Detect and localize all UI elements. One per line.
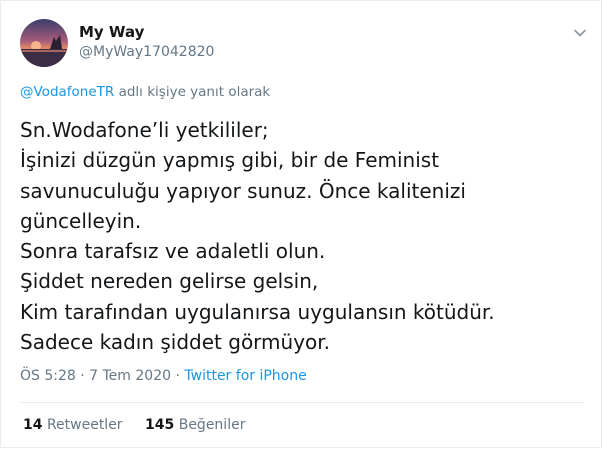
reply-context-text: adlı kişiye yanıt olarak <box>114 84 271 100</box>
tweet-source-link[interactable]: Twitter for iPhone <box>184 368 306 384</box>
divider <box>20 402 584 403</box>
tweet-timestamp[interactable]: ÖS 5:28 <box>20 368 76 384</box>
retweets-count: 14 <box>23 417 43 433</box>
meta-separator: · <box>75 368 90 384</box>
retweets-stat[interactable]: 14 Retweetler <box>23 417 123 433</box>
reply-context: @VodafoneTR adlı kişiye yanıt olarak <box>20 84 270 100</box>
tweet-line: Sadece kadın şiddet görmüyor. <box>20 330 331 355</box>
tweet-text: Sn.Wodafone’li yetkililer; İşinizi düzgü… <box>20 115 590 357</box>
author-name[interactable]: My Way <box>79 23 144 41</box>
retweets-label: Retweetler <box>46 417 123 433</box>
likes-stat[interactable]: 145 Beğeniler <box>145 417 245 433</box>
tweet-date[interactable]: 7 Tem 2020 <box>89 368 171 384</box>
avatar-image <box>20 19 68 67</box>
tweet-card: My Way @MyWay17042820 @VodafoneTR adlı k… <box>0 0 602 448</box>
tweet-line: Kim tarafından uygulanırsa uygulansın kö… <box>20 299 495 324</box>
tweet-line: Sonra tarafsız ve adaletli olun. <box>20 239 326 264</box>
chevron-down-icon[interactable] <box>572 25 588 41</box>
likes-count: 145 <box>145 417 175 433</box>
author-handle[interactable]: @MyWay17042820 <box>79 44 214 60</box>
tweet-line: güncelleyin. <box>20 208 142 233</box>
reply-mention-link[interactable]: @VodafoneTR <box>20 84 114 100</box>
tweet-stats: 14 Retweetler 145 Beğeniler <box>23 417 263 433</box>
tweet-line: Şiddet nereden gelirse gelsin, <box>20 269 319 294</box>
tweet-metadata: ÖS 5:28 · 7 Tem 2020 · Twitter for iPhon… <box>20 368 307 384</box>
tweet-line: savunuculuğu yapıyor sunuz. Önce kaliten… <box>20 178 466 203</box>
avatar[interactable] <box>20 19 68 67</box>
likes-label: Beğeniler <box>178 417 246 433</box>
tweet-line: İşinizi düzgün yapmış gibi, bir de Femin… <box>20 148 440 173</box>
tweet-line: Sn.Wodafone’li yetkililer; <box>20 118 269 142</box>
meta-separator: · <box>171 368 185 384</box>
